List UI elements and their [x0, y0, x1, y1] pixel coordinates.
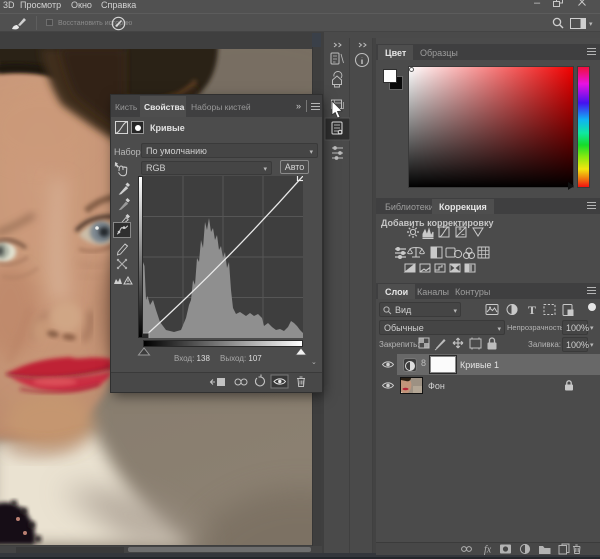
- svg-text:T: T: [528, 303, 536, 317]
- svg-text:fx: fx: [484, 545, 492, 556]
